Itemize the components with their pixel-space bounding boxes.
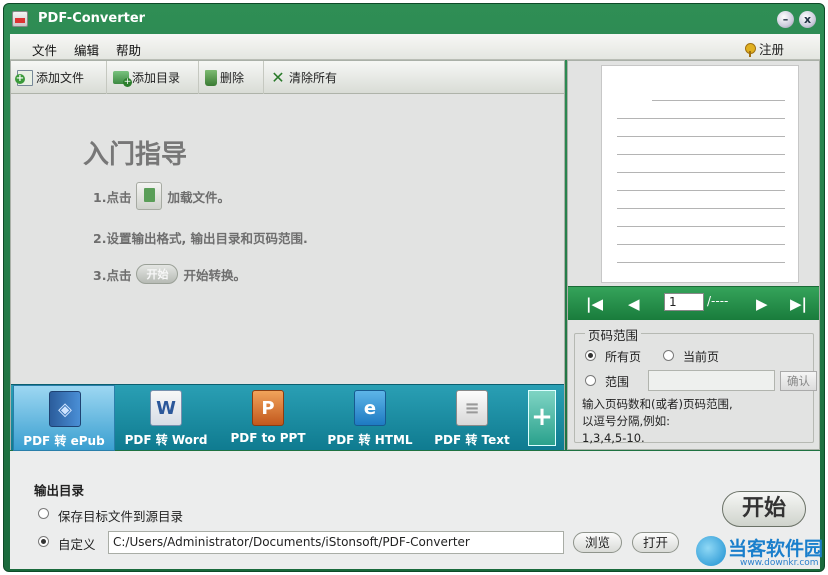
preview-line <box>652 100 785 101</box>
all-pages-label: 所有页 <box>605 350 642 364</box>
custom-range-radio[interactable] <box>585 375 596 386</box>
first-page-icon[interactable]: |◀ <box>586 295 603 313</box>
add-folder-icon <box>113 71 132 87</box>
add-file-guide-icon <box>136 182 163 210</box>
preview-line <box>617 190 785 191</box>
menu-help[interactable]: 帮助 <box>116 40 141 59</box>
add-dir-button[interactable]: 添加目录 <box>107 61 199 94</box>
watermark-url: www.downkr.com <box>740 558 819 568</box>
browse-button[interactable]: 浏览 <box>573 532 622 553</box>
preview-line <box>617 208 785 209</box>
preview-line <box>617 136 785 137</box>
ppt-icon: P <box>252 390 284 426</box>
key-icon <box>745 43 756 57</box>
custom-range-label: 范围 <box>605 375 630 389</box>
watermark-logo-icon <box>696 536 726 566</box>
clear-x-icon: ✕ <box>271 67 285 87</box>
epub-icon: ◈ <box>49 391 81 427</box>
page-total: /---- <box>707 294 729 308</box>
trash-icon <box>205 69 217 86</box>
minimize-button[interactable]: – <box>777 11 794 28</box>
page-preview <box>601 65 799 283</box>
range-hint: 输入页码数和(或者)页码范围, 以逗号分隔,例如: 1,3,4,5-10. <box>582 397 733 445</box>
source-dir-label: 保存目标文件到源目录 <box>58 509 184 524</box>
add-file-label: 添加文件 <box>36 71 85 85</box>
custom-dir-label: 自定义 <box>58 537 96 552</box>
menu-edit[interactable]: 编辑 <box>74 40 99 59</box>
preview-line <box>617 226 785 227</box>
format-label: PDF 转 Text <box>434 433 510 447</box>
format-ppt[interactable]: P PDF to PPT <box>217 385 319 451</box>
step1-text: 1.点击 <box>93 189 132 205</box>
format-label: PDF to PPT <box>230 431 306 445</box>
output-path-input[interactable]: C:/Users/Administrator/Documents/iStonso… <box>108 531 564 554</box>
format-label: PDF 转 ePub <box>23 434 105 448</box>
guide-step-2: 2.设置输出格式, 输出目录和页码范围. <box>93 231 308 246</box>
preview-line <box>617 118 785 119</box>
preview-line <box>617 172 785 173</box>
menu-file[interactable]: 文件 <box>32 40 57 59</box>
text-icon: ≡ <box>456 390 488 426</box>
getting-started-guide: 入门指导 1.点击 加载文件。 2.设置输出格式, 输出目录和页码范围. 3.点击… <box>11 94 564 384</box>
html-icon: e <box>354 390 386 426</box>
watermark-text: 当客软件园 <box>728 538 824 560</box>
start-button[interactable]: 开始 <box>722 491 806 527</box>
delete-label: 删除 <box>220 71 245 85</box>
last-page-icon[interactable]: ▶| <box>790 295 807 313</box>
format-epub[interactable]: ◈ PDF 转 ePub <box>13 385 115 451</box>
register-link[interactable]: 注册 <box>745 39 784 58</box>
add-format-button[interactable]: + <box>528 390 556 446</box>
title-bar: PDF-Converter – x <box>4 4 824 34</box>
add-dir-label: 添加目录 <box>132 71 181 85</box>
app-window: PDF-Converter – x 文件 编辑 帮助 注册 添加文件 添加目录 … <box>3 3 825 572</box>
page-range-title: 页码范围 <box>585 325 642 344</box>
add-file-icon <box>15 69 33 86</box>
preview-panel: |◀ ◀ 1 /---- ▶ ▶| 页码范围 所有页 当前页 范围 确认 输入页… <box>567 60 820 450</box>
page-number-input[interactable]: 1 <box>664 293 704 311</box>
format-html[interactable]: e PDF 转 HTML <box>319 385 421 451</box>
open-button[interactable]: 打开 <box>632 532 679 553</box>
confirm-button[interactable]: 确认 <box>780 371 817 391</box>
guide-step-1: 1.点击 加载文件。 <box>93 182 230 210</box>
menu-bar: 文件 编辑 帮助 注册 <box>10 34 820 60</box>
guide-title: 入门指导 <box>83 140 188 170</box>
custom-dir-radio[interactable] <box>38 536 49 547</box>
step3-suffix: 开始转换。 <box>183 267 246 283</box>
current-page-label: 当前页 <box>683 350 720 364</box>
step3-text: 3.点击 <box>93 267 132 283</box>
add-file-button[interactable]: 添加文件 <box>11 61 107 94</box>
start-guide-icon: 开始 <box>136 264 179 284</box>
preview-line <box>617 262 785 263</box>
step1-suffix: 加载文件。 <box>167 189 230 205</box>
format-label: PDF 转 HTML <box>327 433 413 447</box>
source-dir-radio[interactable] <box>38 508 49 519</box>
watermark: 当客软件园 www.downkr.com <box>696 532 826 572</box>
preview-line <box>617 154 785 155</box>
delete-button[interactable]: 删除 <box>199 61 264 94</box>
page-navigation: |◀ ◀ 1 /---- ▶ ▶| <box>568 286 819 320</box>
guide-step-3: 3.点击 开始 开始转换。 <box>93 264 246 284</box>
format-label: PDF 转 Word <box>124 433 208 447</box>
output-title: 输出目录 <box>34 483 85 498</box>
preview-line <box>617 244 785 245</box>
format-text[interactable]: ≡ PDF 转 Text <box>421 385 523 451</box>
register-label: 注册 <box>759 42 785 57</box>
close-button[interactable]: x <box>799 11 816 28</box>
all-pages-radio[interactable] <box>585 350 596 361</box>
toolbar: 添加文件 添加目录 删除 ✕ 清除所有 <box>11 61 564 94</box>
page-range-group: 页码范围 所有页 当前页 范围 确认 输入页码数和(或者)页码范围, 以逗号分隔… <box>574 325 817 445</box>
word-icon: W <box>150 390 182 426</box>
clear-all-label: 清除所有 <box>289 71 338 85</box>
clear-all-button[interactable]: ✕ 清除所有 <box>264 61 352 94</box>
file-panel: 添加文件 添加目录 删除 ✕ 清除所有 入门指导 1.点击 加载文件。 2.设置输出… <box>10 60 565 451</box>
app-icon <box>12 11 28 27</box>
format-word[interactable]: W PDF 转 Word <box>115 385 217 451</box>
current-page-radio[interactable] <box>663 350 674 361</box>
next-page-icon[interactable]: ▶ <box>756 295 768 313</box>
window-title: PDF-Converter <box>38 11 146 26</box>
range-input[interactable] <box>648 370 775 391</box>
prev-page-icon[interactable]: ◀ <box>628 295 640 313</box>
format-bar: ◈ PDF 转 ePub W PDF 转 Word P PDF to PPT e PDF… <box>11 384 564 451</box>
